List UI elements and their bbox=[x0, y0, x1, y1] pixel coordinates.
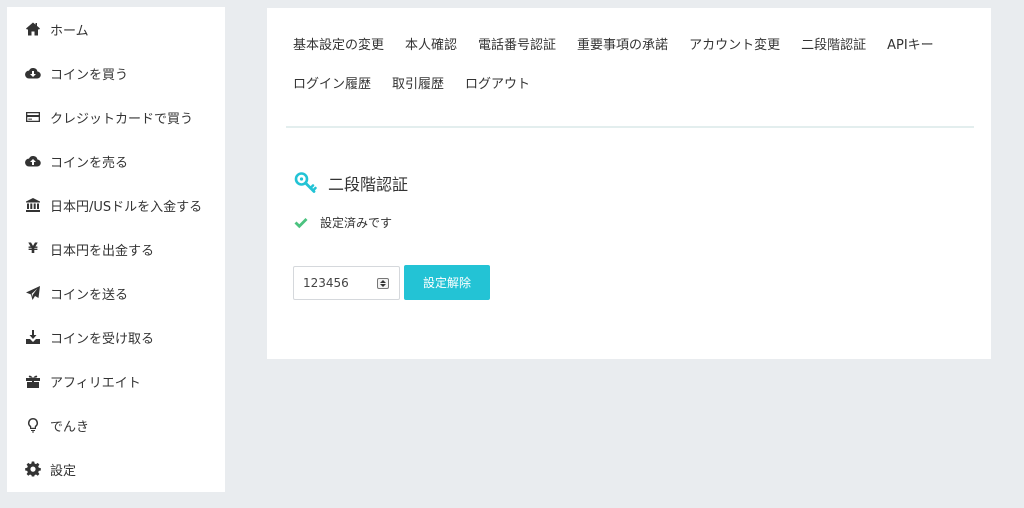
send-icon bbox=[24, 284, 42, 302]
nav-link-identity-verification[interactable]: 本人確認 bbox=[405, 36, 457, 56]
key-icon bbox=[293, 170, 319, 196]
status-message: 設定済みです bbox=[293, 214, 392, 231]
divider bbox=[286, 126, 974, 128]
sidebar-item-label: コインを買う bbox=[50, 67, 129, 83]
nav-link-logout[interactable]: ログアウト bbox=[465, 75, 530, 95]
nav-link-api-key[interactable]: APIキー bbox=[887, 36, 934, 56]
nav-link-account-change[interactable]: アカウント変更 bbox=[689, 36, 780, 56]
cloud-upload-icon bbox=[24, 152, 42, 170]
sidebar-item-buy-coin[interactable]: コインを買う bbox=[7, 51, 225, 95]
sidebar-item-denki[interactable]: でんき bbox=[7, 403, 225, 447]
bank-icon bbox=[24, 196, 42, 214]
sidebar-item-credit-card[interactable]: クレジットカードで買う bbox=[7, 95, 225, 139]
sidebar: ホーム コインを買う クレジットカードで買う コインを売る 日本円/USドルを入… bbox=[7, 7, 225, 492]
sidebar-item-label: コインを受け取る bbox=[50, 331, 155, 347]
nav-link-login-history[interactable]: ログイン履歴 bbox=[293, 75, 371, 95]
sidebar-item-label: コインを送る bbox=[50, 287, 129, 303]
nav-link-important-terms[interactable]: 重要事項の承諾 bbox=[577, 36, 668, 56]
sidebar-item-label: 設定 bbox=[50, 463, 77, 479]
sidebar-item-receive-coin[interactable]: コインを受け取る bbox=[7, 315, 225, 359]
sidebar-item-label: 日本円/USドルを入金する bbox=[50, 199, 203, 215]
auth-code-field bbox=[293, 265, 400, 300]
sidebar-item-label: 日本円を出金する bbox=[50, 243, 155, 259]
check-icon bbox=[293, 215, 309, 231]
gift-icon bbox=[24, 372, 42, 390]
lightbulb-icon bbox=[24, 416, 42, 434]
sidebar-item-settings[interactable]: 設定 bbox=[7, 447, 225, 491]
nav-link-phone-verification[interactable]: 電話番号認証 bbox=[478, 36, 556, 56]
home-icon bbox=[24, 20, 42, 38]
sidebar-item-send-coin[interactable]: コインを送る bbox=[7, 271, 225, 315]
nav-link-two-factor-auth[interactable]: 二段階認証 bbox=[801, 36, 866, 56]
credit-card-icon bbox=[24, 108, 42, 126]
sidebar-item-sell-coin[interactable]: コインを売る bbox=[7, 139, 225, 183]
sidebar-item-label: ホーム bbox=[50, 23, 89, 39]
sidebar-item-affiliate[interactable]: アフィリエイト bbox=[7, 359, 225, 403]
auth-code-input[interactable] bbox=[303, 275, 375, 290]
sidebar-item-withdraw[interactable]: ¥ 日本円を出金する bbox=[7, 227, 225, 271]
cloud-download-icon bbox=[24, 64, 42, 82]
section-heading: 二段階認証 bbox=[293, 170, 408, 196]
disable-2fa-form: 設定解除 bbox=[293, 265, 490, 300]
yen-icon: ¥ bbox=[28, 241, 38, 257]
sidebar-item-deposit[interactable]: 日本円/USドルを入金する bbox=[7, 183, 225, 227]
nav-link-trade-history[interactable]: 取引履歴 bbox=[392, 75, 444, 95]
settings-nav: 基本設定の変更 本人確認 電話番号認証 重要事項の承諾 アカウント変更 二段階認… bbox=[293, 36, 973, 114]
disable-2fa-button[interactable]: 設定解除 bbox=[404, 265, 490, 300]
sidebar-item-label: でんき bbox=[50, 419, 90, 435]
download-tray-icon bbox=[24, 328, 42, 346]
sidebar-item-label: アフィリエイト bbox=[50, 375, 141, 391]
main-panel: 基本設定の変更 本人確認 電話番号認証 重要事項の承諾 アカウント変更 二段階認… bbox=[267, 8, 991, 359]
page-title: 二段階認証 bbox=[328, 175, 409, 194]
number-spinner-icon[interactable] bbox=[377, 277, 389, 289]
status-text: 設定済みです bbox=[320, 216, 393, 230]
sidebar-item-label: クレジットカードで買う bbox=[50, 111, 194, 127]
gear-icon bbox=[24, 460, 42, 478]
nav-link-basic-settings[interactable]: 基本設定の変更 bbox=[293, 36, 384, 56]
sidebar-item-home[interactable]: ホーム bbox=[7, 7, 225, 51]
sidebar-item-label: コインを売る bbox=[50, 155, 129, 171]
